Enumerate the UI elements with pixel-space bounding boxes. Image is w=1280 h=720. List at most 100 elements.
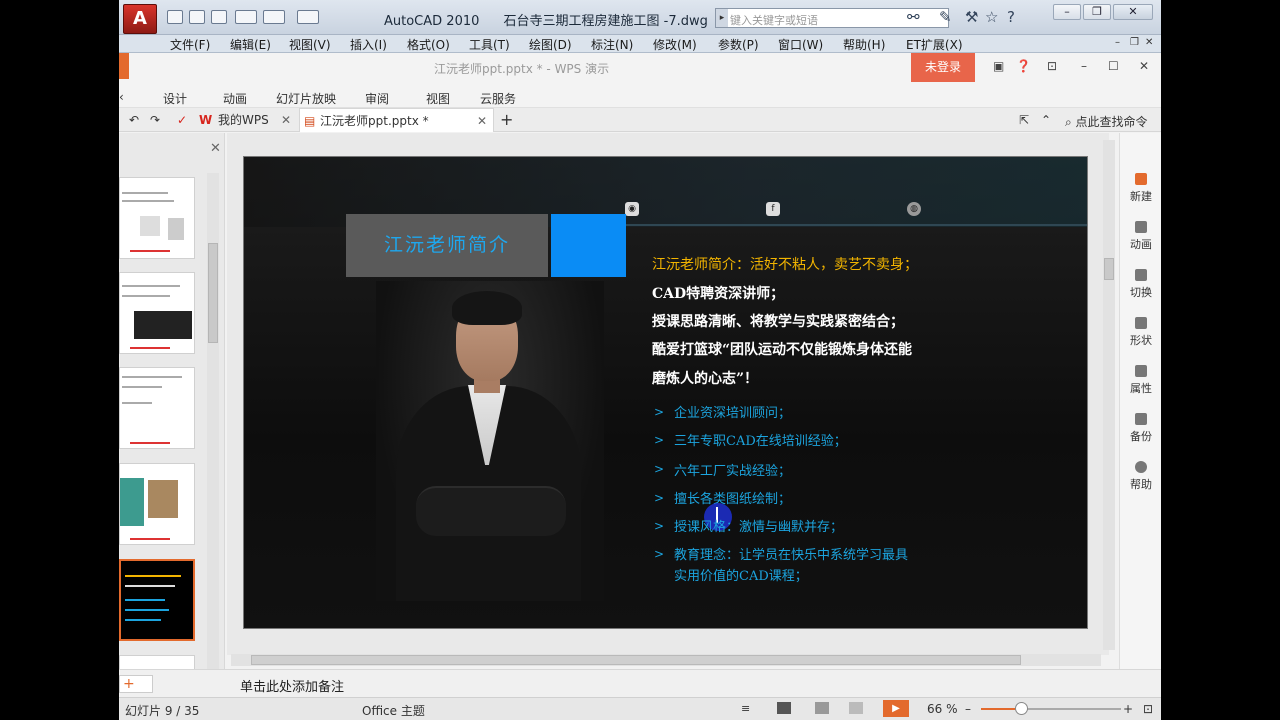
tab-document-close-icon[interactable]: ✕ bbox=[477, 109, 487, 133]
slide-thumbnail[interactable] bbox=[119, 655, 195, 669]
find-command-input[interactable]: ⌕ 点此查找命令 bbox=[1065, 113, 1148, 130]
wps-maximize-button[interactable]: ☐ bbox=[1108, 59, 1119, 73]
menu-file[interactable]: 文件(F) bbox=[170, 36, 210, 53]
menu-parametric[interactable]: 参数(P) bbox=[718, 36, 759, 53]
sorter-view-icon[interactable] bbox=[815, 702, 829, 714]
slide-thumbnail[interactable] bbox=[119, 463, 195, 545]
normal-view-icon[interactable] bbox=[777, 702, 791, 714]
thumbnails-close-icon[interactable]: ✕ bbox=[210, 141, 221, 156]
tab-my-wps[interactable]: W 我的WPS ✕ bbox=[197, 108, 297, 132]
autocad-close-button[interactable]: ✕ bbox=[1113, 4, 1153, 20]
save-icon[interactable] bbox=[211, 10, 227, 24]
menu-format[interactable]: 格式(O) bbox=[407, 36, 450, 53]
undo-small-icon[interactable]: ↶ bbox=[129, 108, 139, 132]
wps-minimize-button[interactable]: – bbox=[1081, 59, 1087, 73]
menu-tools[interactable]: 工具(T) bbox=[469, 36, 510, 53]
slide-scroll-thumb[interactable] bbox=[1104, 258, 1114, 280]
tab-my-wps-close-icon[interactable]: ✕ bbox=[281, 108, 291, 132]
doc-restore-icon[interactable]: ❐ bbox=[1130, 37, 1139, 48]
wps-titlebar: 江沅老师ppt.pptx * - WPS 演示 未登录 ▣ ❓ ⊡ – ☐ ✕ bbox=[119, 53, 1161, 82]
autocad-minimize-button[interactable]: – bbox=[1053, 4, 1081, 20]
menu-dimension[interactable]: 标注(N) bbox=[591, 36, 633, 53]
panel-shape[interactable]: 形状 bbox=[1120, 317, 1161, 348]
menu-window[interactable]: 窗口(W) bbox=[778, 36, 823, 53]
current-slide[interactable]: ◉ f ◍ 江沅老师简介 江沅老师简介：活好不粘人，卖艺不卖身； CAD特聘资深… bbox=[243, 156, 1088, 629]
panel-backup[interactable]: 备份 bbox=[1120, 413, 1161, 444]
exchange-icon[interactable]: ⚒ bbox=[965, 9, 978, 25]
tab-design[interactable]: 设计 bbox=[163, 90, 187, 107]
panel-new[interactable]: 新建 bbox=[1120, 173, 1161, 204]
add-slide-icon[interactable]: + bbox=[119, 675, 153, 693]
tab-slideshow[interactable]: 幻灯片放映 bbox=[276, 90, 336, 107]
tools-toggle-icon[interactable]: ⇱ bbox=[1019, 108, 1029, 132]
bullet-item: 企业资深培训顾问； bbox=[674, 406, 792, 421]
feedback-icon[interactable]: ⊡ bbox=[1047, 59, 1057, 73]
slide-thumbnail[interactable] bbox=[119, 272, 195, 354]
wps-close-button[interactable]: ✕ bbox=[1139, 59, 1149, 73]
zoom-slider-handle[interactable] bbox=[1015, 702, 1028, 715]
zoom-slider[interactable] bbox=[981, 708, 1121, 710]
bullet-icon: > bbox=[654, 519, 665, 533]
thumbnails-scroll-thumb[interactable] bbox=[208, 243, 218, 343]
skin-icon[interactable]: ▣ bbox=[993, 59, 1004, 73]
search-placeholder: 键入关键字或短语 bbox=[730, 14, 818, 27]
new-file-icon[interactable] bbox=[167, 10, 183, 24]
notes-pane[interactable]: + 单击此处添加备注 bbox=[119, 669, 1161, 697]
intro-line: 江沅老师简介：活好不粘人，卖艺不卖身； bbox=[652, 257, 918, 273]
zoom-in-icon[interactable]: + bbox=[1123, 702, 1133, 716]
slide-hscroll-thumb[interactable] bbox=[251, 655, 1021, 665]
help-icon[interactable]: ? bbox=[1007, 9, 1015, 25]
tab-document[interactable]: ▤ 江沅老师ppt.pptx * ✕ bbox=[299, 108, 494, 132]
open-file-icon[interactable] bbox=[189, 10, 205, 24]
pin-icon[interactable]: ✓ bbox=[177, 108, 187, 132]
menu-view[interactable]: 视图(V) bbox=[289, 36, 331, 53]
doc-minimize-icon[interactable]: – bbox=[1115, 37, 1120, 48]
tab-view[interactable]: 视图 bbox=[426, 90, 450, 107]
plot-icon[interactable] bbox=[297, 10, 319, 24]
slide-thumbnail-selected[interactable] bbox=[119, 559, 195, 641]
redo-icon[interactable] bbox=[263, 10, 285, 24]
tools-icon[interactable]: ✎ bbox=[939, 9, 952, 25]
slide-horizontal-scrollbar[interactable] bbox=[231, 654, 1101, 666]
tab-cloud[interactable]: 云服务 bbox=[480, 90, 516, 107]
tab-review[interactable]: 审阅 bbox=[365, 90, 389, 107]
thumbnails-scrollbar[interactable] bbox=[207, 173, 219, 669]
menu-edit[interactable]: 编辑(E) bbox=[230, 36, 271, 53]
panel-help[interactable]: 帮助 bbox=[1120, 461, 1161, 492]
ribbon-scroll-left-icon[interactable]: ‹ bbox=[119, 90, 124, 104]
theme-name: Office 主题 bbox=[362, 704, 425, 718]
undo-icon[interactable] bbox=[235, 10, 257, 24]
slide-vertical-scrollbar[interactable] bbox=[1103, 140, 1115, 650]
zoom-slider-fill bbox=[981, 708, 1016, 710]
wps-menu-edge[interactable] bbox=[119, 53, 129, 79]
panel-transition[interactable]: 切换 bbox=[1120, 269, 1161, 300]
panel-properties[interactable]: 属性 bbox=[1120, 365, 1161, 396]
menu-insert[interactable]: 插入(I) bbox=[350, 36, 387, 53]
autocad-maximize-button[interactable]: ❐ bbox=[1083, 4, 1111, 20]
collapse-ribbon-icon[interactable]: ⌃ bbox=[1041, 108, 1051, 132]
redo-small-icon[interactable]: ↷ bbox=[150, 108, 160, 132]
new-tab-icon[interactable]: + bbox=[500, 108, 513, 132]
notes-toggle-icon[interactable]: ≡ bbox=[741, 702, 750, 715]
login-button[interactable]: 未登录 bbox=[911, 53, 975, 82]
star-icon[interactable]: ☆ bbox=[985, 9, 998, 25]
slide-thumbnail[interactable] bbox=[119, 367, 195, 449]
zoom-out-icon[interactable]: – bbox=[965, 702, 971, 716]
autocad-logo-icon[interactable]: A bbox=[123, 4, 157, 34]
menu-help[interactable]: 帮助(H) bbox=[843, 36, 885, 53]
fit-window-icon[interactable]: ⊡ bbox=[1143, 702, 1153, 716]
search-expand-icon[interactable]: ▸ bbox=[716, 9, 728, 27]
slide-thumbnail[interactable] bbox=[119, 177, 195, 259]
reading-view-icon[interactable] bbox=[849, 702, 863, 714]
panel-animation[interactable]: 动画 bbox=[1120, 221, 1161, 252]
doc-close-icon[interactable]: ✕ bbox=[1145, 37, 1153, 48]
menu-et-express[interactable]: ET扩展(X) bbox=[906, 36, 963, 53]
tab-animation[interactable]: 动画 bbox=[223, 90, 247, 107]
binoculars-icon[interactable]: ⚯ bbox=[907, 9, 920, 25]
bullet-item-continued: 实用价值的CAD课程； bbox=[674, 569, 808, 584]
play-slideshow-button[interactable]: ▶ bbox=[883, 700, 909, 717]
menu-draw[interactable]: 绘图(D) bbox=[529, 36, 572, 53]
menu-modify[interactable]: 修改(M) bbox=[653, 36, 697, 53]
bullet-icon: > bbox=[654, 547, 665, 561]
wps-help-icon[interactable]: ❓ bbox=[1016, 59, 1031, 73]
